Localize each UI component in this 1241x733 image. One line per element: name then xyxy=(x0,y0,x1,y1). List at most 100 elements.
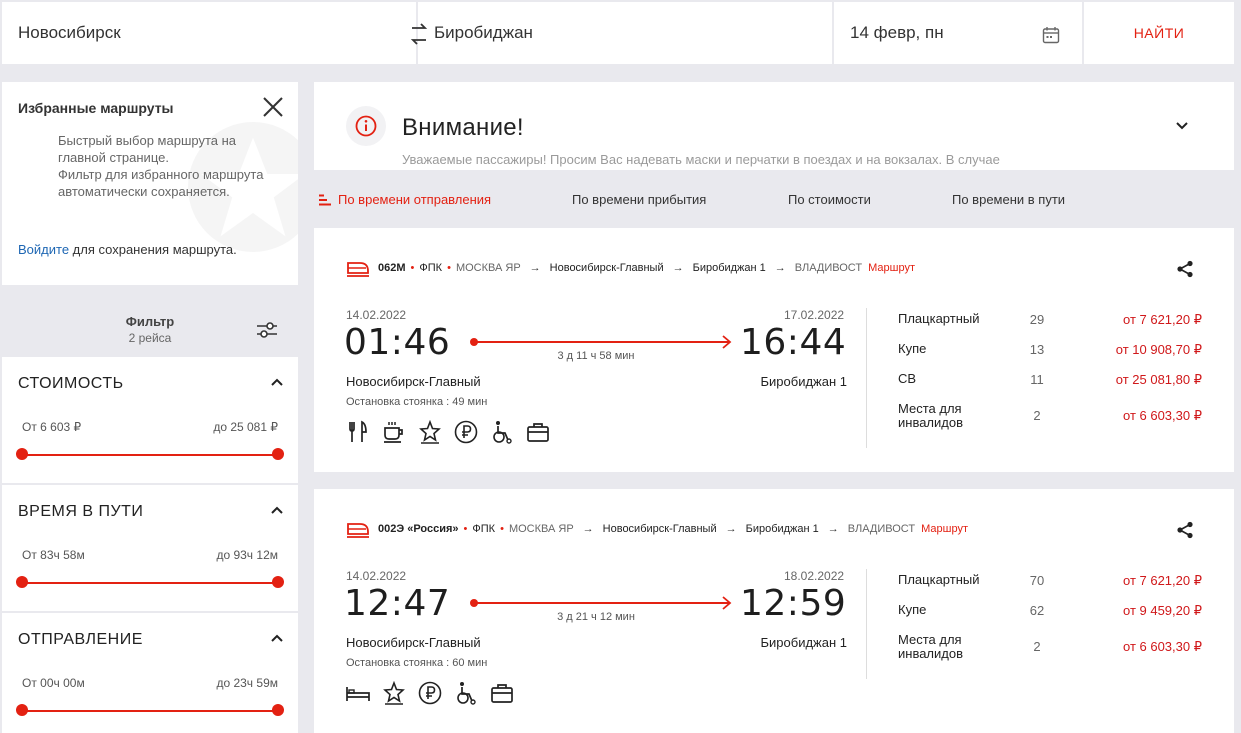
share-icon[interactable] xyxy=(1176,521,1194,539)
journey-start-dot xyxy=(470,599,478,607)
class-name: Места для инвалидов xyxy=(898,632,963,661)
route-link[interactable]: Маршрут xyxy=(921,523,968,535)
to-value: Биробиджан xyxy=(434,23,533,42)
attention-notice[interactable]: Внимание! Уважаемые пассажиры! Просим Ва… xyxy=(314,82,1234,170)
sort-by-departure[interactable]: По времени отправления xyxy=(338,192,491,207)
ruble-icon xyxy=(454,420,478,444)
amenities xyxy=(346,681,526,705)
find-button[interactable]: НАЙТИ xyxy=(1084,2,1234,64)
login-hint-text: для сохранения маршрута. xyxy=(69,242,237,257)
route-link[interactable]: Маршрут xyxy=(868,262,915,274)
from-field[interactable]: Новосибирск xyxy=(2,2,416,64)
fork-knife-icon xyxy=(349,420,367,442)
class-seats: 11 xyxy=(1030,372,1044,387)
favorites-desc-line-1: Быстрый выбор маршрута на главной страни… xyxy=(58,133,237,165)
train-carrier: ФПК xyxy=(419,262,443,274)
arrival-date: 18.02.2022 xyxy=(784,569,845,583)
class-price[interactable]: от 7 621,20 ₽ xyxy=(1123,573,1202,589)
price-slider-min-handle[interactable] xyxy=(16,448,28,460)
luggage-icon xyxy=(527,423,549,442)
train-to-station: Биробиджан 1 xyxy=(745,523,819,535)
price-slider-max-handle[interactable] xyxy=(272,448,284,460)
filter-departure-title: ОТПРАВЛЕНИЕ xyxy=(18,631,143,648)
favorites-panel: Избранные маршруты Быстрый выбор маршрут… xyxy=(2,82,298,285)
departure-slider-min-handle[interactable] xyxy=(16,704,28,716)
sort-by-price[interactable]: По стоимости xyxy=(788,192,871,207)
calendar-icon[interactable] xyxy=(1042,26,1060,44)
class-seats: 2 xyxy=(1033,639,1041,654)
filter-price-max: до 25 081 ₽ xyxy=(213,420,278,434)
filter-duration: ВРЕМЯ В ПУТИ От 83ч 58м до 93ч 12м xyxy=(2,485,298,611)
chevron-up-icon[interactable] xyxy=(270,633,284,643)
star-icon xyxy=(383,681,405,705)
train-origin: МОСКВА ЯР xyxy=(508,523,574,535)
arrival-time: 12:59 xyxy=(740,583,847,624)
departure-slider-track xyxy=(22,710,278,712)
sort-by-duration[interactable]: По времени в пути xyxy=(952,192,1065,207)
favorites-login-hint: Войдите для сохранения маршрута. xyxy=(18,242,237,257)
class-seats: 29 xyxy=(1029,312,1045,327)
class-seats: 62 xyxy=(1029,603,1045,618)
departure-station: Новосибирск-Главный xyxy=(346,635,481,650)
class-price[interactable]: от 6 603,30 ₽ xyxy=(1123,408,1202,424)
train-destination: ВЛАДИВОСТ xyxy=(847,523,916,535)
separator-dot: • xyxy=(410,262,415,274)
sort-by-arrival[interactable]: По времени прибытия xyxy=(572,192,706,207)
duration-slider-min-handle[interactable] xyxy=(16,576,28,588)
train-number: 002Э «Россия» xyxy=(378,523,459,535)
divider xyxy=(866,569,867,679)
close-icon[interactable] xyxy=(262,96,284,118)
arrow-right-icon: → xyxy=(827,523,839,535)
train-card: 062М • ФПК • МОСКВА ЯР → Новосибирск-Гла… xyxy=(314,228,1234,472)
stop-label: Остановка xyxy=(346,396,401,408)
filter-duration-min: От 83ч 58м xyxy=(22,548,85,562)
class-price[interactable]: от 25 081,80 ₽ xyxy=(1116,372,1202,388)
ruble-icon xyxy=(418,681,442,705)
class-name: Плацкартный xyxy=(898,311,980,326)
departure-slider-max-handle[interactable] xyxy=(272,704,284,716)
star-icon xyxy=(419,420,441,444)
date-field[interactable]: 14 февр, пн xyxy=(834,2,1082,64)
class-name: СВ xyxy=(898,371,917,386)
bed-icon xyxy=(346,687,370,701)
separator-dot: • xyxy=(500,523,504,535)
share-icon[interactable] xyxy=(1176,260,1194,278)
class-price[interactable]: от 9 459,20 ₽ xyxy=(1123,603,1202,619)
train-number: 062М xyxy=(378,262,406,274)
arrow-head-icon xyxy=(722,596,732,610)
favorites-title: Избранные маршруты xyxy=(18,100,174,116)
class-price[interactable]: от 7 621,20 ₽ xyxy=(1123,312,1202,328)
swap-icon[interactable] xyxy=(410,22,428,46)
search-bar: Новосибирск Биробиджан 14 февр, пн НАЙТИ xyxy=(0,0,1241,66)
departure-time: 12:47 xyxy=(344,583,451,624)
filter-title: Фильтр xyxy=(125,314,175,329)
train-card: 002Э «Россия» • ФПК • МОСКВА ЯР → Новоси… xyxy=(314,489,1234,733)
stop-info: Остановка стоянка : 60 мин xyxy=(346,657,487,669)
wheelchair-icon xyxy=(457,682,476,705)
sort-lines-icon xyxy=(319,194,331,206)
class-price[interactable]: от 6 603,30 ₽ xyxy=(1123,639,1202,655)
filter-header[interactable]: Фильтр 2 рейса xyxy=(2,300,298,356)
chevron-up-icon[interactable] xyxy=(270,377,284,387)
duration-slider-max-handle[interactable] xyxy=(272,576,284,588)
login-link[interactable]: Войдите xyxy=(18,242,69,257)
arrival-time: 16:44 xyxy=(740,322,847,363)
arrow-right-icon: → xyxy=(725,523,737,535)
filter-sliders-icon[interactable] xyxy=(256,320,278,340)
chevron-up-icon[interactable] xyxy=(270,505,284,515)
from-value: Новосибирск xyxy=(18,23,121,42)
train-icon xyxy=(347,523,369,538)
class-seats: 70 xyxy=(1029,573,1045,588)
favorites-desc-line-2: Фильтр для избранного маршрута автоматич… xyxy=(58,167,264,199)
coffee-icon xyxy=(384,422,403,443)
to-field[interactable]: Биробиджан xyxy=(418,2,832,64)
class-price[interactable]: от 10 908,70 ₽ xyxy=(1116,342,1202,358)
chevron-down-icon[interactable] xyxy=(1176,122,1188,130)
journey-line xyxy=(470,335,732,349)
train-header: 002Э «Россия» • ФПК • МОСКВА ЯР → Новоси… xyxy=(346,519,968,539)
journey-start-dot xyxy=(470,338,478,346)
separator-dot: • xyxy=(447,262,451,274)
travel-duration: 3 д 11 ч 58 мин xyxy=(557,350,635,362)
train-origin: МОСКВА ЯР xyxy=(455,262,521,274)
arrow-right-icon: → xyxy=(672,262,684,274)
